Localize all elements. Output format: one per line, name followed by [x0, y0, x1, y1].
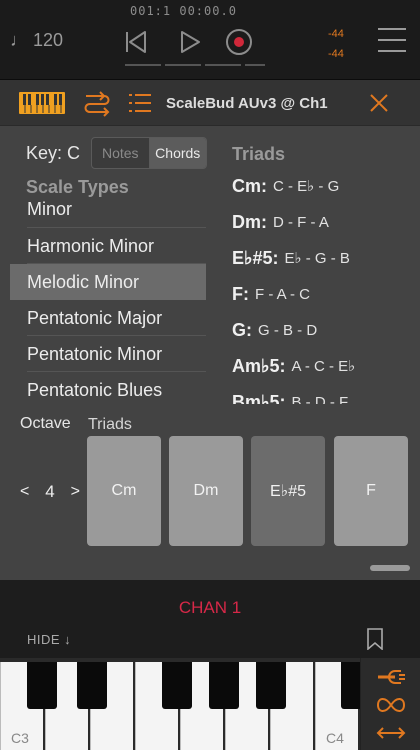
hide-button[interactable]: HIDE ↓: [27, 632, 71, 647]
black-key[interactable]: [77, 662, 107, 709]
key-label-c3: C3: [11, 730, 29, 746]
triad-name: Bm♭5:: [232, 391, 286, 405]
triad-row[interactable]: F: F - A - C: [232, 276, 412, 312]
triad-notes: C - E♭ - G: [273, 178, 340, 195]
triad-row[interactable]: Bm♭5: B - D - F: [232, 384, 412, 405]
triad-name: Dm:: [232, 211, 267, 232]
triad-name: G:: [232, 319, 252, 340]
rewind-icon: [126, 31, 146, 53]
record-icon: [226, 29, 252, 55]
chord-pad-active[interactable]: E♭#5: [251, 436, 325, 546]
transport-bar: ♩ 120 001:1 00:00.0 -44 -44: [0, 0, 420, 80]
record-button[interactable]: [222, 26, 256, 58]
octave-up-button[interactable]: >: [71, 483, 80, 501]
bookmark-icon[interactable]: [366, 628, 384, 650]
triad-name: Cm:: [232, 175, 267, 196]
scale-item[interactable]: Minor: [10, 192, 206, 228]
plugin-title: ScaleBud AUv3 @ Ch1: [166, 95, 328, 112]
rewind-button[interactable]: [118, 26, 154, 58]
app-window: ♩ 120 001:1 00:00.0 -44 -44 ScaleBud AUv…: [0, 0, 420, 750]
notes-chords-toggle: Notes Chords: [91, 137, 207, 169]
plugin-header: ScaleBud AUv3 @ Ch1: [0, 80, 420, 126]
notes-tab[interactable]: Notes: [92, 138, 150, 168]
triad-row[interactable]: Dm: D - F - A: [232, 204, 412, 240]
triad-notes: A - C - E♭: [291, 358, 356, 375]
chord-pad[interactable]: F: [334, 436, 408, 546]
black-key[interactable]: [341, 662, 360, 709]
close-icon[interactable]: [368, 92, 390, 114]
octave-stepper: < 4 >: [20, 482, 80, 502]
triad-notes: F - A - C: [255, 285, 311, 303]
triad-notes: D - F - A: [273, 213, 329, 231]
wrench-icon[interactable]: [375, 666, 407, 688]
list-icon[interactable]: [128, 92, 152, 114]
octave-value: 4: [45, 482, 55, 501]
side-toolbar: [360, 658, 420, 750]
scale-item[interactable]: Pentatonic Minor: [10, 336, 206, 372]
piano-keyboard[interactable]: C3 C4: [0, 658, 360, 750]
meter-right-value: -44: [328, 48, 344, 60]
tempo-display[interactable]: ♩ 120: [10, 30, 63, 51]
triads-pad-label: Triads: [88, 416, 132, 433]
key-label[interactable]: Key: C: [26, 143, 80, 164]
black-key[interactable]: [162, 662, 192, 709]
triad-row[interactable]: Cm: C - E♭ - G: [232, 168, 412, 204]
scale-item[interactable]: Harmonic Minor: [10, 228, 206, 264]
routing-icon[interactable]: [84, 90, 110, 118]
triad-notes: G - B - D: [258, 321, 318, 339]
menu-icon[interactable]: [378, 28, 406, 54]
triad-name: E♭#5:: [232, 247, 279, 268]
keyboard-icon[interactable]: [18, 91, 66, 115]
position-counter: 001:1 00:00.0: [130, 4, 237, 18]
triad-name: F:: [232, 283, 249, 304]
scale-item-selected[interactable]: Melodic Minor: [10, 264, 206, 300]
triad-row[interactable]: G: G - B - D: [232, 312, 412, 348]
octave-down-button[interactable]: <: [20, 483, 29, 501]
triad-row[interactable]: Am♭5: A - C - E♭: [232, 348, 412, 384]
scale-types-list[interactable]: Minor Harmonic Minor Melodic Minor Penta…: [10, 192, 206, 404]
black-key[interactable]: [27, 662, 57, 709]
arrows-icon[interactable]: [375, 722, 407, 744]
scroll-indicator[interactable]: [370, 565, 410, 571]
black-key[interactable]: [256, 662, 286, 709]
octave-label: Octave: [20, 415, 71, 432]
triad-notes: E♭ - G - B: [284, 250, 350, 267]
meter-left-value: -44: [328, 28, 344, 40]
scale-item[interactable]: Pentatonic Major: [10, 300, 206, 336]
channel-name[interactable]: CHAN 1: [0, 598, 420, 618]
channel-bar: CHAN 1 HIDE ↓: [0, 580, 420, 658]
chords-tab[interactable]: Chords: [149, 138, 206, 168]
scale-item[interactable]: Pentatonic Blues: [10, 372, 206, 404]
chord-pad[interactable]: Dm: [169, 436, 243, 546]
level-meter: -44 -44: [328, 24, 344, 64]
triad-notes: B - D - F: [291, 393, 349, 405]
triads-heading: Triads: [232, 144, 286, 164]
triad-row[interactable]: E♭#5: E♭ - G - B: [232, 240, 412, 276]
key-label-c4: C4: [326, 730, 344, 746]
loop-icon[interactable]: [375, 694, 407, 716]
triads-list[interactable]: Cm: C - E♭ - G Dm: D - F - A E♭#5: E♭ - G -…: [232, 168, 412, 405]
plugin-panel: ScaleBud AUv3 @ Ch1 Key: C Notes Chords …: [0, 80, 420, 580]
timeline-progress[interactable]: [125, 64, 265, 66]
play-button[interactable]: [172, 26, 208, 58]
chord-pad[interactable]: Cm: [87, 436, 161, 546]
play-icon: [181, 31, 200, 53]
triad-name: Am♭5:: [232, 355, 286, 376]
black-key[interactable]: [209, 662, 239, 709]
